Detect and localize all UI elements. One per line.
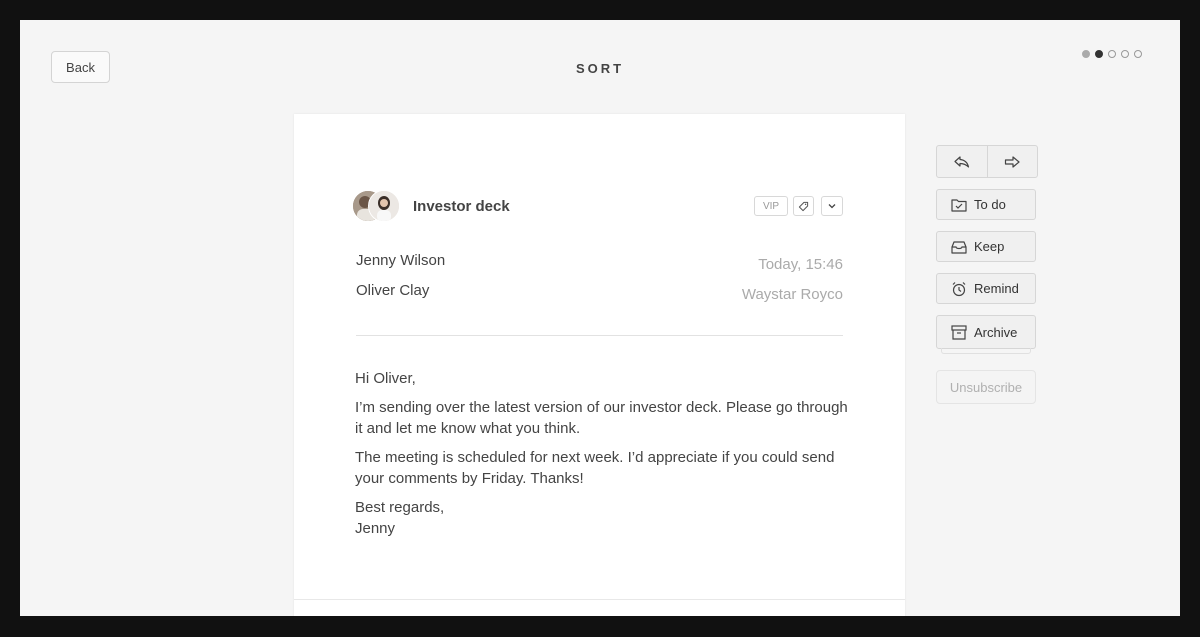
alarm-clock-icon — [951, 281, 967, 297]
sender-name: Jenny Wilson — [356, 252, 446, 269]
email-paragraph: I’m sending over the latest version of o… — [355, 399, 848, 437]
keep-label: Keep — [974, 239, 1005, 254]
todo-button[interactable]: To do — [936, 189, 1036, 220]
todo-label: To do — [974, 197, 1006, 212]
archive-label: Archive — [974, 324, 1018, 340]
chevron-down-icon — [827, 201, 837, 211]
next-email-card — [294, 599, 905, 616]
email-subject: Investor deck — [413, 198, 510, 215]
progress-dot-3 — [1108, 50, 1116, 58]
email-signature: Jenny — [355, 520, 396, 537]
folder-check-icon — [951, 198, 967, 212]
reply-forward-group — [936, 145, 1038, 178]
email-card: Investor deck VIP Jenny Wilson Oliver Cl… — [294, 114, 905, 616]
keep-button[interactable]: Keep — [936, 231, 1036, 262]
vip-badge[interactable]: VIP — [754, 196, 788, 216]
remind-button[interactable]: Remind — [936, 273, 1036, 304]
more-button[interactable] — [821, 196, 843, 216]
progress-dots — [1082, 50, 1142, 58]
inbox-icon — [951, 240, 967, 254]
email-signoff: Best regards, — [355, 499, 445, 516]
header-divider — [356, 335, 843, 336]
archive-button[interactable]: Archive — [936, 315, 1036, 354]
email-greeting: Hi Oliver, — [355, 370, 416, 387]
progress-dot-4 — [1121, 50, 1129, 58]
progress-dot-5 — [1134, 50, 1142, 58]
action-panel: To do Keep Remind Archive Unsubscribe — [936, 145, 1038, 404]
recipient-name: Oliver Clay — [356, 282, 430, 299]
sender-company: Waystar Royco — [741, 286, 843, 303]
tag-icon — [798, 201, 809, 212]
email-timestamp: Today, 15:46 — [758, 256, 843, 273]
avatar — [368, 190, 400, 222]
tag-button[interactable] — [793, 196, 814, 216]
remind-label: Remind — [974, 281, 1019, 296]
app-window: Back SORT Investor deck VIP Jenny Wilson… — [20, 20, 1180, 616]
reply-button[interactable] — [937, 146, 987, 177]
forward-icon — [1004, 155, 1020, 168]
forward-button[interactable] — [986, 146, 1038, 177]
email-paragraph: The meeting is scheduled for next week. … — [355, 449, 835, 487]
progress-dot-1 — [1082, 50, 1090, 58]
avatar-group — [352, 190, 402, 222]
unsubscribe-button[interactable]: Unsubscribe — [936, 370, 1036, 404]
page-title: SORT — [575, 61, 625, 76]
progress-dot-2 — [1095, 50, 1103, 58]
archive-box-icon — [951, 324, 967, 340]
reply-icon — [954, 155, 970, 168]
email-body: Hi Oliver, I’m sending over the latest v… — [355, 368, 855, 547]
